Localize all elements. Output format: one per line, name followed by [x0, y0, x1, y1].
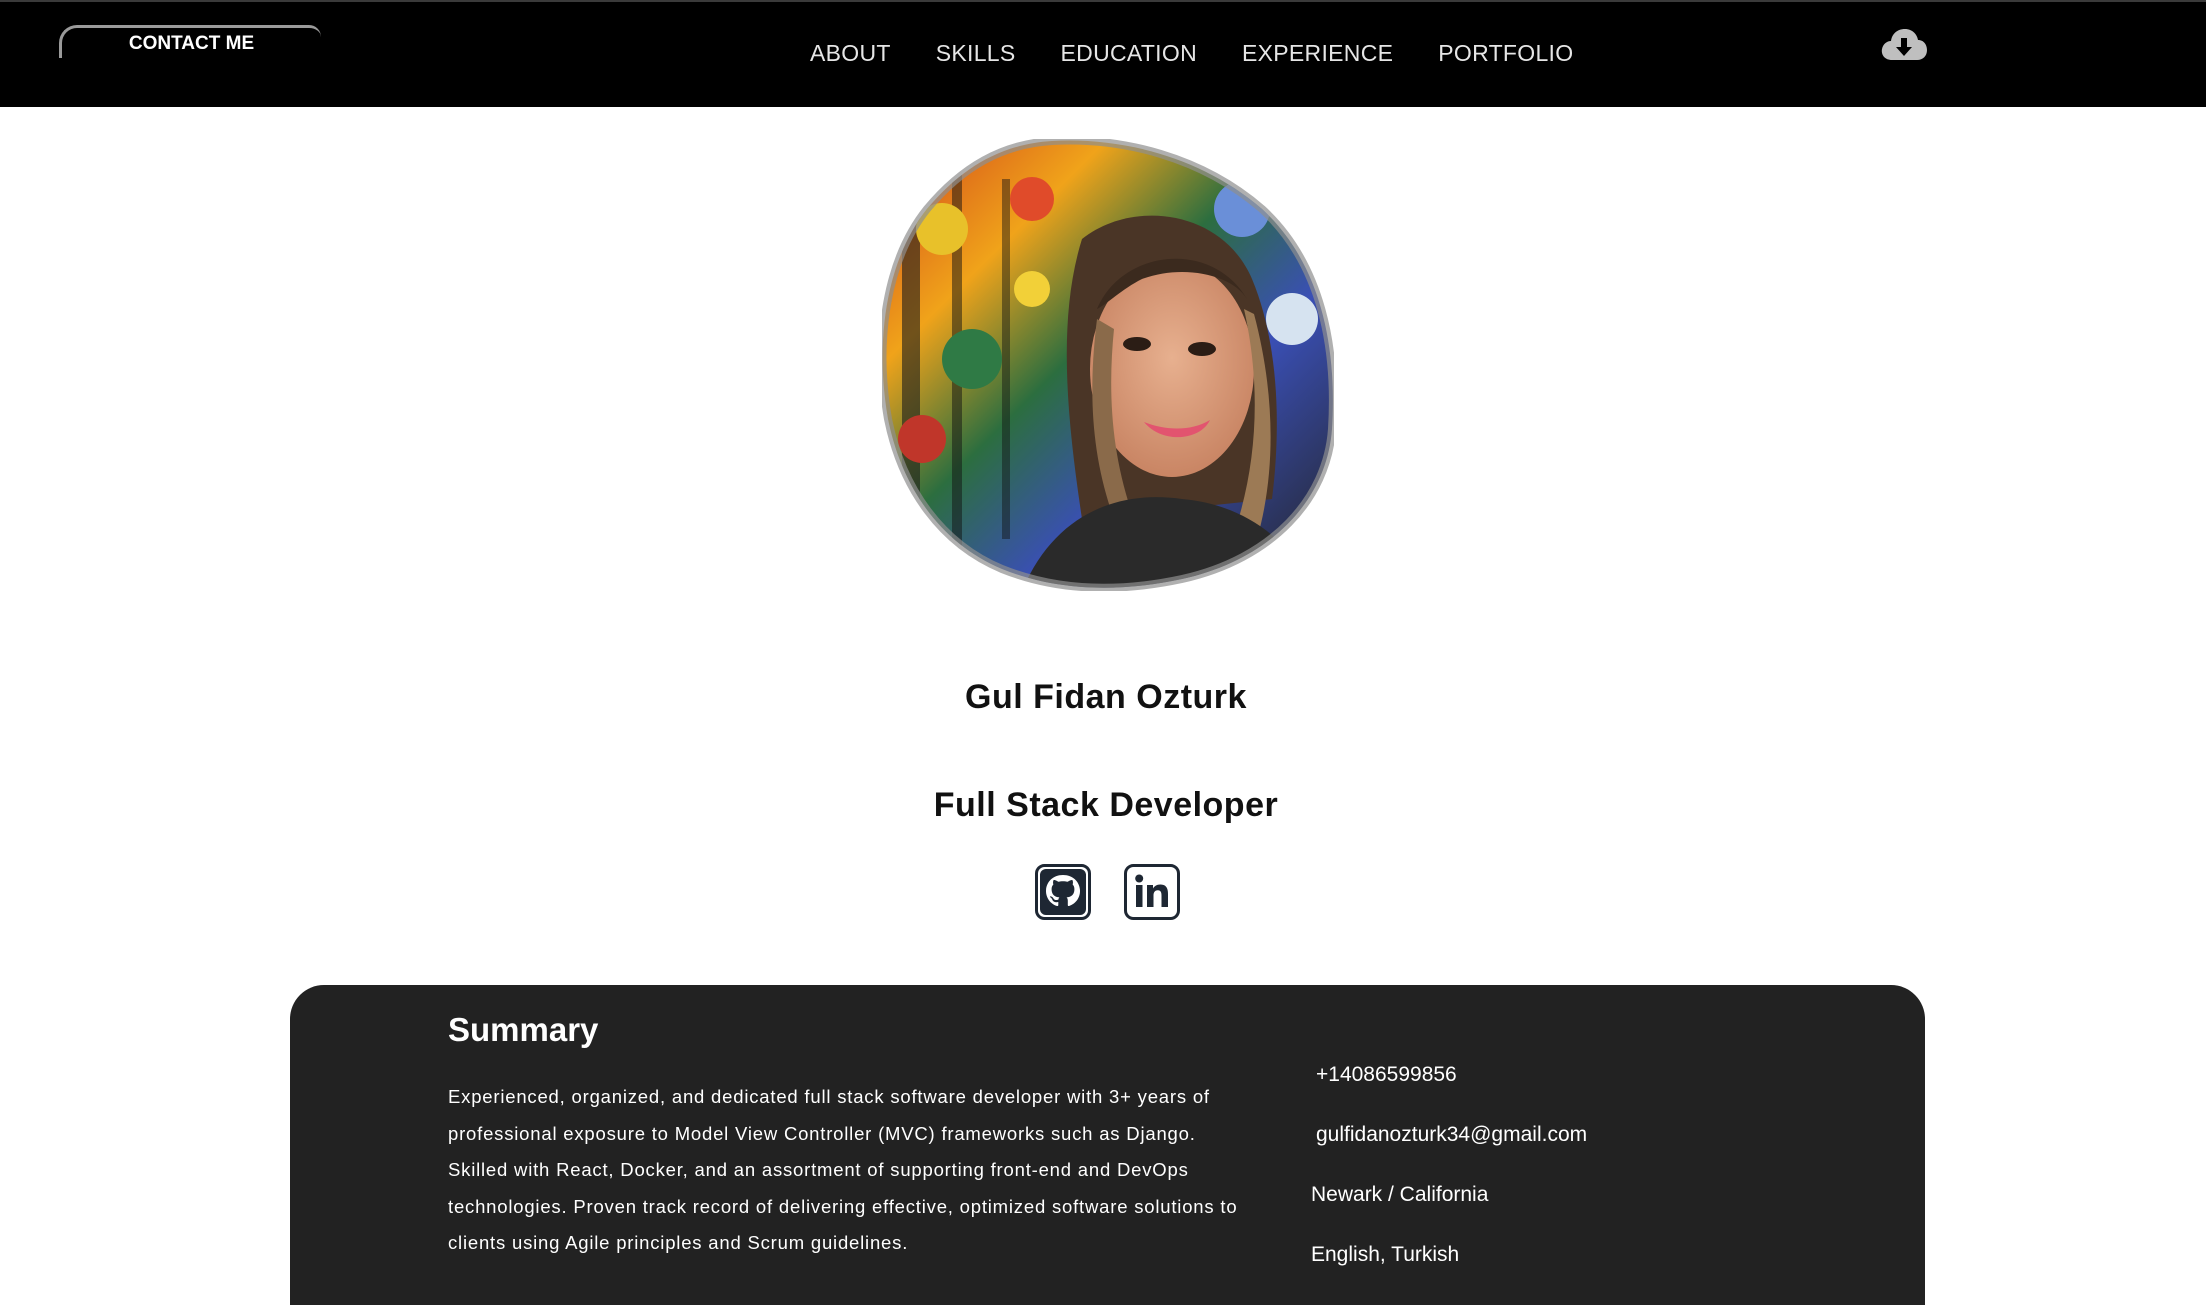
- summary-text: Experienced, organized, and dedicated fu…: [448, 1086, 1238, 1253]
- email-address: gulfidanozturk34@gmail.com: [1316, 1123, 1588, 1146]
- nav-link-education[interactable]: EDUCATION: [1061, 40, 1197, 67]
- linkedin-icon[interactable]: [1124, 864, 1180, 920]
- github-icon[interactable]: [1035, 864, 1091, 920]
- nav-link-about[interactable]: ABOUT: [810, 40, 891, 67]
- languages: English, Turkish: [1311, 1243, 1460, 1266]
- nav-link-portfolio[interactable]: PORTFOLIO: [1438, 40, 1573, 67]
- profile-title: Full Stack Developer: [933, 786, 1279, 824]
- location: Newark / California: [1311, 1183, 1489, 1206]
- top-navbar: CONTACT ME ABOUT SKILLS EDUCATION EXPERI…: [0, 0, 2206, 107]
- phone-number: +14086599856: [1316, 1063, 1457, 1086]
- contact-me-button[interactable]: CONTACT ME: [59, 25, 321, 58]
- profile-photo: [882, 139, 1334, 591]
- summary-heading: Summary: [448, 1011, 599, 1048]
- nav-link-experience[interactable]: EXPERIENCE: [1242, 40, 1393, 67]
- summary-panel: Summary Experienced, organized, and dedi…: [290, 985, 1925, 1305]
- cloud-download-icon[interactable]: [1880, 26, 1928, 64]
- nav-link-skills[interactable]: SKILLS: [936, 40, 1016, 67]
- nav-links: ABOUT SKILLS EDUCATION EXPERIENCE PORTFO…: [810, 40, 1573, 67]
- profile-name: Gul Fidan Ozturk: [965, 678, 1247, 716]
